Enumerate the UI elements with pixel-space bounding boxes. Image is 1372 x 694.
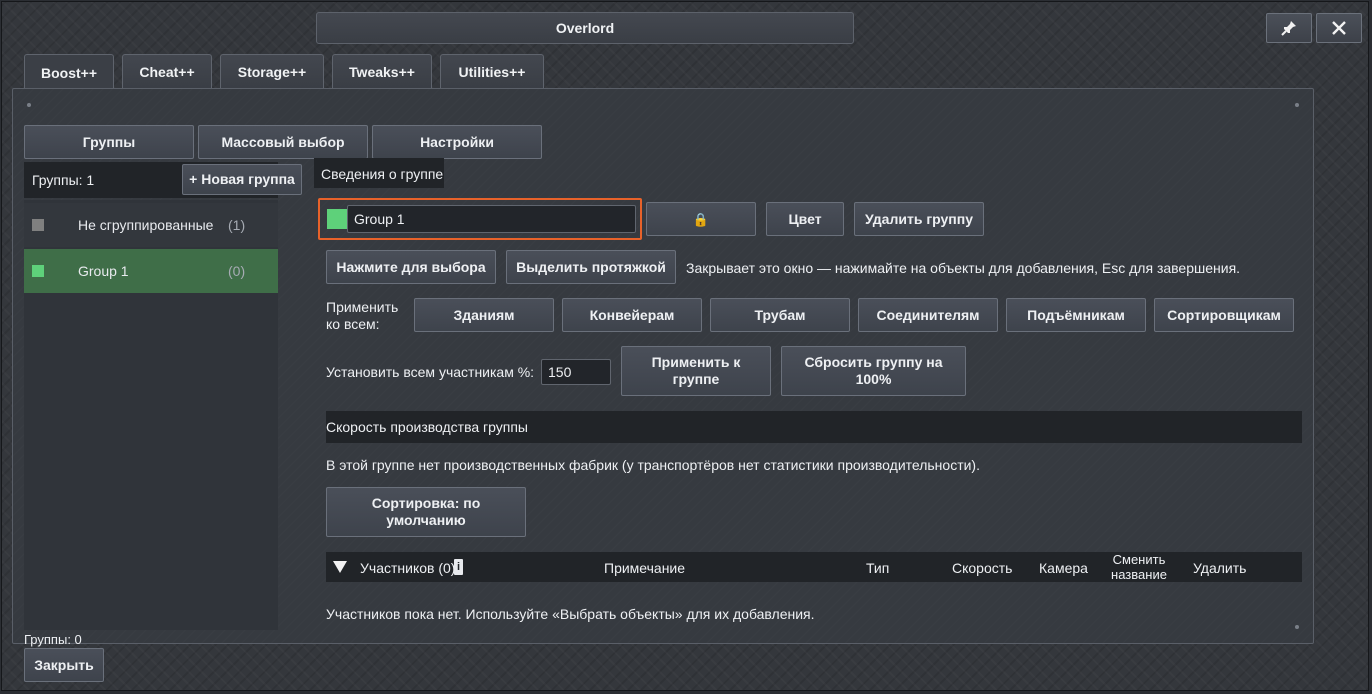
subtab-groups[interactable]: Группы [24, 125, 194, 159]
set-percent-label: Установить всем участникам %: [326, 364, 535, 380]
pin-button[interactable] [1266, 13, 1312, 43]
column-note: Примечание [604, 560, 686, 576]
apply-pipes-button[interactable]: Трубам [710, 298, 850, 332]
lock-icon: 🔒 [692, 211, 710, 227]
sidebar-item-ungrouped[interactable]: Не сгруппированные (1) [24, 203, 278, 247]
delete-group-button[interactable]: Удалить группу [854, 202, 984, 236]
members-table-header: Участников (0) i Примечание Тип Скорость… [326, 552, 1302, 582]
lock-button[interactable]: 🔒 [646, 202, 756, 236]
group-color-swatch [327, 209, 347, 229]
group-color-swatch [32, 219, 44, 231]
footer-groups-count: Группы: 0 [24, 632, 82, 647]
group-name-input[interactable]: Group 1 [347, 205, 636, 233]
panel-rivet [27, 103, 31, 107]
reset-group-button[interactable]: Сбросить группу на 100% [781, 346, 966, 396]
apply-conveyors-button[interactable]: Конвейерам [562, 298, 702, 332]
column-delete: Удалить [1193, 560, 1247, 576]
speed-section-header: Скорость производства группы [326, 411, 1302, 443]
column-speed: Скорость [952, 560, 1013, 576]
tab-tweaks[interactable]: Tweaks++ [332, 54, 432, 88]
panel-rivet [1295, 103, 1299, 107]
drag-select-button[interactable]: Выделить протяжкой [506, 250, 676, 284]
column-type: Тип [866, 560, 890, 576]
sort-button[interactable]: Сортировка: по умолчанию [326, 487, 526, 537]
percent-input[interactable]: 150 [541, 359, 611, 385]
column-camera: Камера [1039, 560, 1088, 576]
apply-lifts-button[interactable]: Подъёмникам [1006, 298, 1146, 332]
groups-count: Группы: 1 [32, 172, 95, 188]
subtab-settings[interactable]: Настройки [372, 125, 542, 159]
column-rename: Сменить название [1111, 552, 1167, 582]
window-title-bar: Overlord [316, 12, 854, 44]
group-color-swatch [32, 265, 44, 277]
select-hint: Закрывает это окно — нажимайте на объект… [686, 260, 1241, 276]
apply-buildings-button[interactable]: Зданиям [414, 298, 554, 332]
click-select-button[interactable]: Нажмите для выбора [326, 250, 496, 284]
new-group-button[interactable]: + Новая группа [182, 164, 302, 195]
members-empty-note: Участников пока нет. Используйте «Выбрат… [326, 606, 815, 622]
collapse-triangle-icon[interactable] [332, 560, 348, 574]
apply-connectors-button[interactable]: Соединителям [858, 298, 998, 332]
window-title: Overlord [555, 20, 615, 36]
pin-icon [1281, 21, 1296, 36]
tab-storage[interactable]: Storage++ [220, 54, 324, 88]
sidebar-item-group-1[interactable]: Group 1 (0) [24, 249, 278, 293]
close-icon [1332, 21, 1346, 35]
apply-to-group-button[interactable]: Применить к группе [621, 346, 771, 396]
close-button[interactable]: Закрыть [24, 648, 104, 682]
no-factories-note: В этой группе нет производственных фабри… [326, 457, 980, 473]
panel-rivet [1295, 625, 1299, 629]
subtab-mass-select[interactable]: Массовый выбор [198, 125, 368, 159]
color-button[interactable]: Цвет [766, 202, 844, 236]
tab-boost[interactable]: Boost++ [24, 54, 114, 90]
apply-all-label: Применить ко всем: [326, 299, 399, 332]
apply-sorters-button[interactable]: Сортировщикам [1154, 298, 1294, 332]
tab-cheat[interactable]: Cheat++ [122, 54, 212, 88]
info-icon[interactable]: i [454, 559, 463, 575]
members-header: Участников (0) [360, 560, 456, 576]
close-window-button[interactable] [1316, 13, 1362, 43]
tab-utilities[interactable]: Utilities++ [440, 54, 544, 88]
group-details-header: Сведения о группе [314, 158, 444, 188]
